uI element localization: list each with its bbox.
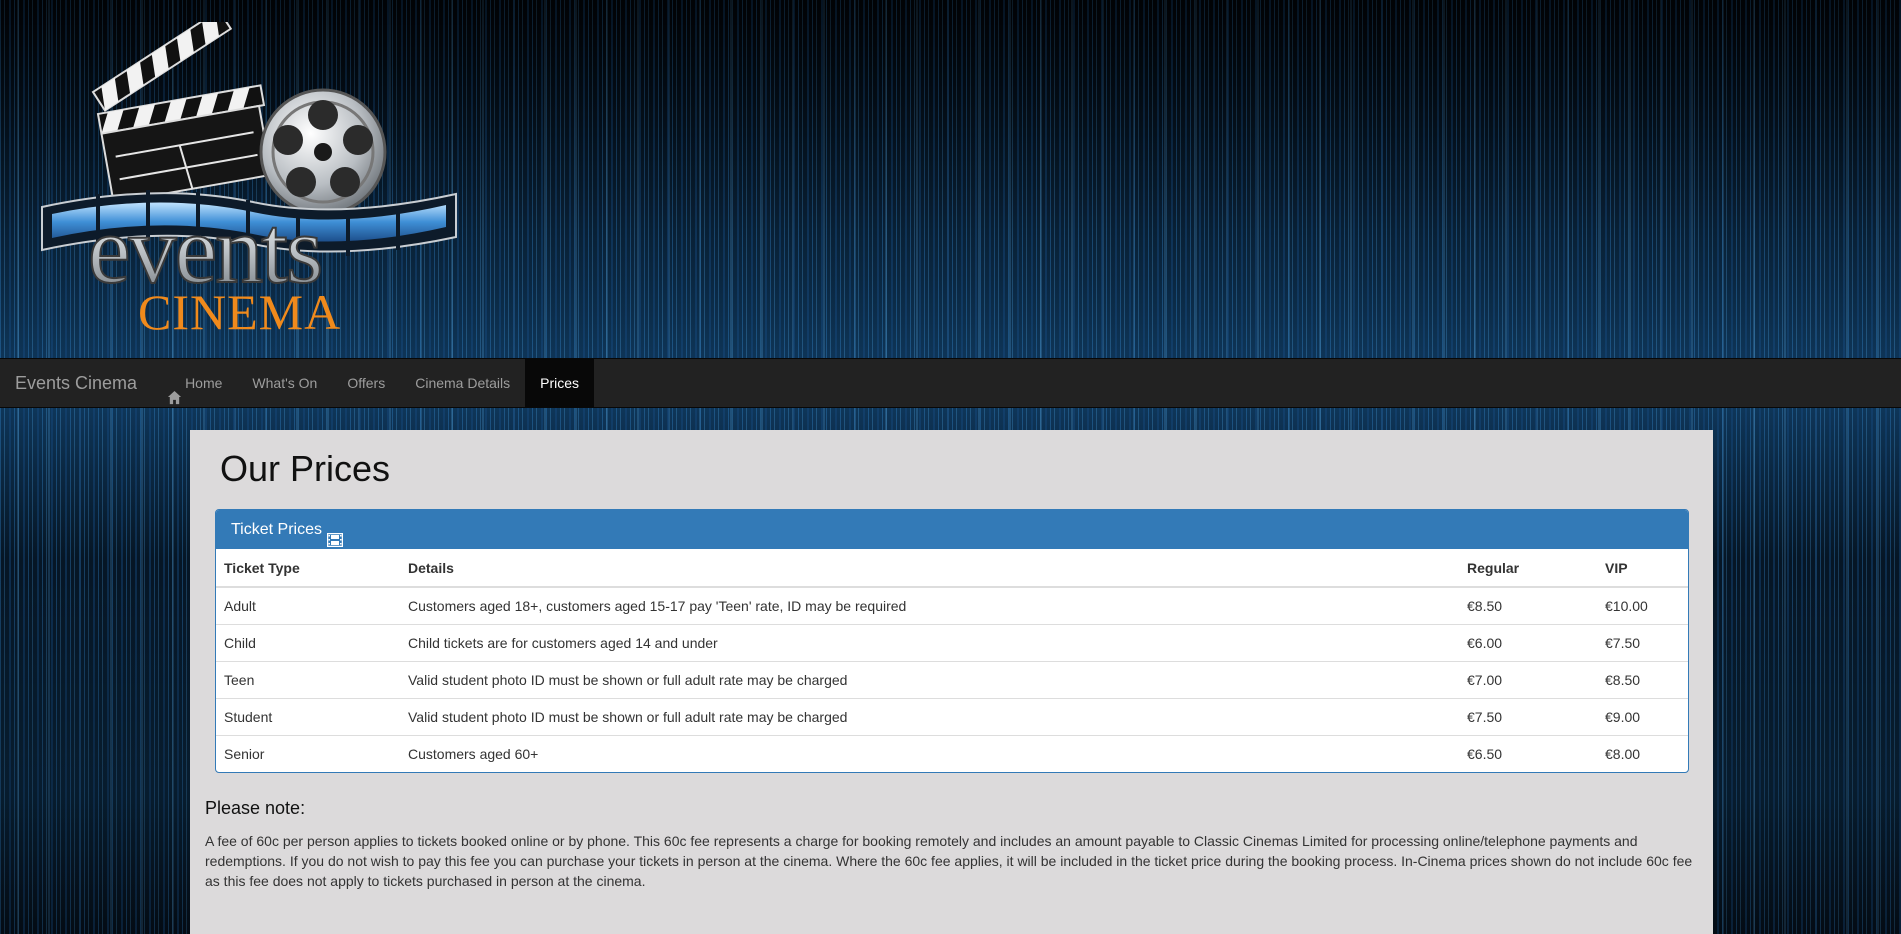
cell-ticket-type: Senior xyxy=(216,735,400,772)
nav-item-home[interactable]: Home xyxy=(152,359,237,407)
table-row: Teen Valid student photo ID must be show… xyxy=(216,661,1688,699)
cell-ticket-type: Student xyxy=(216,698,400,736)
table-row: Student Valid student photo ID must be s… xyxy=(216,698,1688,736)
cell-ticket-type: Adult xyxy=(224,598,256,614)
cell-details: Valid student photo ID must be shown or … xyxy=(400,698,1459,736)
clapperboard-icon xyxy=(91,22,273,204)
note-title: Please note: xyxy=(205,798,306,818)
film-icon xyxy=(326,523,344,547)
nav-item-offers[interactable]: Offers xyxy=(332,359,400,407)
main-navbar: Events Cinema Home What's On Offers Cine… xyxy=(0,358,1901,408)
cell-ticket-type: Teen xyxy=(216,661,400,699)
cell-regular-price: €8.50 xyxy=(1467,598,1503,614)
home-icon xyxy=(167,376,182,404)
events-cinema-logo[interactable]: events CINEMA xyxy=(38,22,468,340)
nav-item-cinema-details[interactable]: Cinema Details xyxy=(400,359,525,407)
cell-details: Valid student photo ID must be shown or … xyxy=(400,661,1459,699)
column-header-vip: VIP xyxy=(1597,549,1688,588)
nav-item-prices-label: Prices xyxy=(540,375,580,391)
cell-vip-price: €8.50 xyxy=(1597,661,1688,699)
nav-item-whats-on-label: What's On xyxy=(252,375,318,391)
nav-item-prices[interactable]: Prices xyxy=(525,359,595,407)
panel-heading-label: Ticket Prices xyxy=(231,521,322,538)
cell-vip-price: €9.00 xyxy=(1597,698,1688,736)
cell-vip-price: €8.00 xyxy=(1597,735,1688,772)
cell-regular-price: €6.50 xyxy=(1459,735,1597,772)
panel-heading: Ticket Prices xyxy=(216,510,1688,549)
page-title: Our Prices xyxy=(220,448,391,489)
cell-vip-price: €10.00 xyxy=(1605,598,1648,614)
table-row: Senior Customers aged 60+ €6.50 €8.00 xyxy=(216,735,1688,772)
column-header-details: Details xyxy=(400,549,1459,588)
navbar-brand[interactable]: Events Cinema xyxy=(0,359,152,407)
column-header-regular: Regular xyxy=(1459,549,1597,588)
cell-details: Customers aged 18+, customers aged 15-17… xyxy=(408,598,907,614)
nav-item-offers-label: Offers xyxy=(347,375,386,391)
nav-item-whats-on[interactable]: What's On xyxy=(237,359,332,407)
table-row: Child Child tickets are for customers ag… xyxy=(216,624,1688,662)
note-text: A fee of 60c per person applies to ticke… xyxy=(205,833,1693,889)
ticket-prices-panel: Ticket Prices Ticket Type Details Regula… xyxy=(215,509,1689,773)
nav-item-cinema-details-label: Cinema Details xyxy=(415,375,511,391)
cell-vip-price: €7.50 xyxy=(1597,624,1688,662)
cell-regular-price: €7.50 xyxy=(1459,698,1597,736)
prices-content: Our Prices Ticket Prices Ticket Type Det… xyxy=(190,430,1713,934)
column-header-ticket-type: Ticket Type xyxy=(216,549,400,588)
table-row: Adult Customers aged 18+, customers aged… xyxy=(216,587,1688,625)
cell-regular-price: €7.00 xyxy=(1459,661,1597,699)
cell-ticket-type: Child xyxy=(216,624,400,662)
cell-regular-price: €6.00 xyxy=(1459,624,1597,662)
table-header-row: Ticket Type Details Regular VIP xyxy=(216,549,1688,588)
cell-details: Customers aged 60+ xyxy=(400,735,1459,772)
cell-details: Child tickets are for customers aged 14 … xyxy=(400,624,1459,662)
nav-item-home-label: Home xyxy=(185,375,223,391)
logo-word-cinema: CINEMA xyxy=(138,284,341,340)
ticket-prices-table: Ticket Type Details Regular VIP Adult Cu… xyxy=(216,549,1688,772)
